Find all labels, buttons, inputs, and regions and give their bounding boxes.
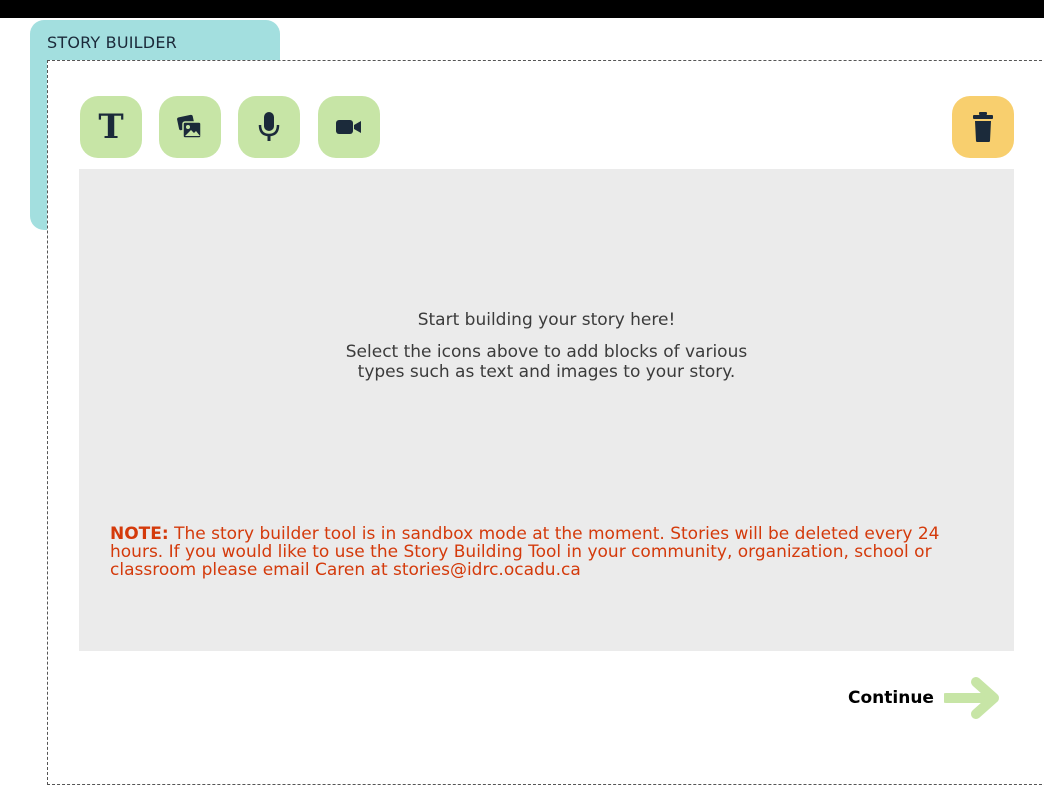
trash-icon bbox=[973, 112, 993, 142]
tab-label: STORY BUILDER bbox=[47, 33, 177, 52]
text-T-icon: T bbox=[98, 107, 124, 147]
note-text: The story builder tool is in sandbox mod… bbox=[110, 524, 940, 580]
add-audio-block-button[interactable] bbox=[238, 96, 300, 158]
video-camera-icon bbox=[336, 120, 361, 134]
note-label: NOTE: bbox=[110, 524, 169, 544]
add-text-block-button[interactable]: T bbox=[80, 96, 142, 158]
microphone-icon bbox=[258, 112, 280, 141]
top-black-bar bbox=[0, 0, 1044, 18]
add-image-block-button[interactable] bbox=[159, 96, 221, 158]
arrow-right-icon bbox=[943, 677, 999, 719]
empty-state-description: Select the icons above to add blocks of … bbox=[345, 342, 748, 382]
add-video-block-button[interactable] bbox=[318, 96, 380, 158]
continue-button[interactable]: Continue bbox=[848, 677, 1000, 719]
empty-state-title: Start building your story here! bbox=[417, 310, 676, 330]
sandbox-note: NOTE: The story builder tool is in sandb… bbox=[110, 525, 970, 579]
continue-label: Continue bbox=[848, 688, 934, 708]
image-icon bbox=[177, 114, 202, 139]
delete-story-button[interactable] bbox=[952, 96, 1014, 158]
story-canvas[interactable]: Start building your story here! Select t… bbox=[79, 169, 1014, 651]
